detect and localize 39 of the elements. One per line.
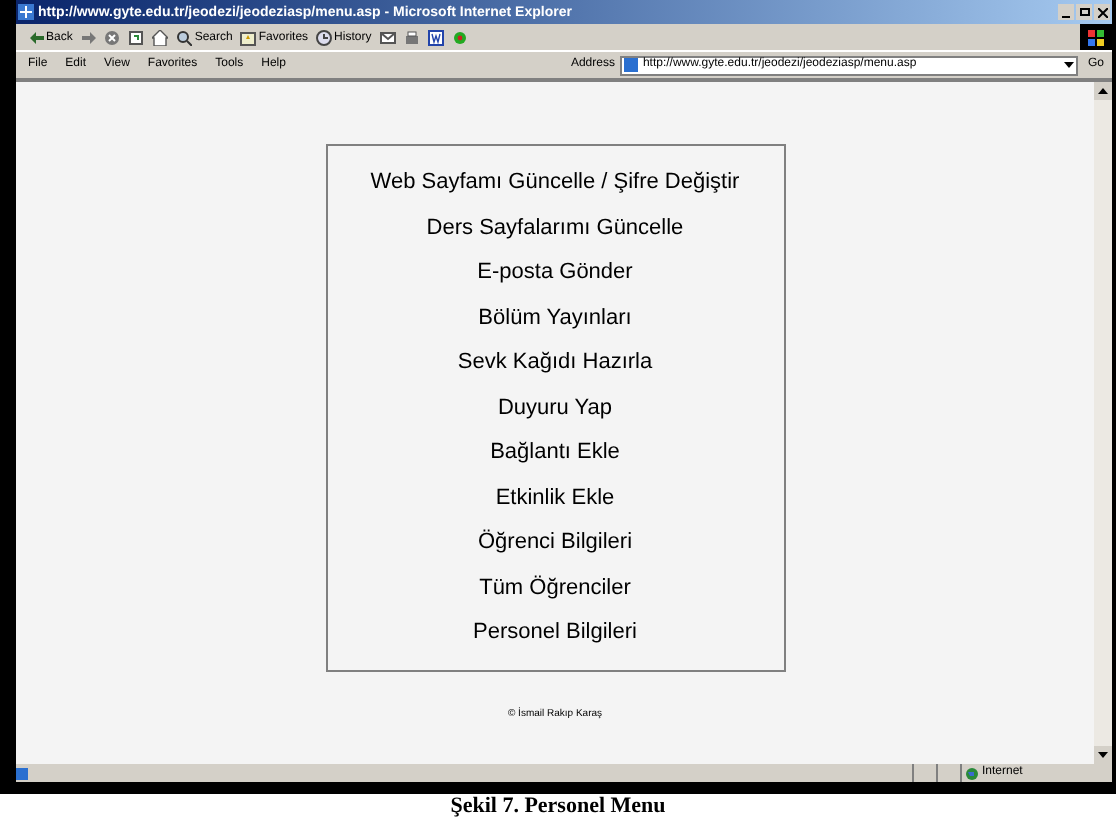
figure-caption: Şekil 7. Personel Menu	[450, 794, 666, 820]
close-button[interactable]	[1094, 4, 1110, 20]
refresh-button[interactable]	[128, 29, 145, 45]
menu-link[interactable]: Duyuru Yap	[497, 391, 613, 425]
menu-link[interactable]: E-posta Gönder	[477, 256, 633, 290]
page-icon	[624, 58, 639, 72]
menu-link[interactable]: Bölüm Yayınları	[478, 301, 632, 335]
envelope-icon	[379, 29, 396, 45]
menu-link[interactable]: Sevk Kağıdı Hazırla	[457, 346, 653, 380]
menu-link[interactable]: Web Sayfamı Güncelle / Şifre Değiştir	[370, 166, 740, 200]
forward-button[interactable]	[80, 29, 97, 45]
dropdown-icon[interactable]	[1063, 62, 1074, 68]
menu-link[interactable]: Etkinlik Ekle	[495, 481, 615, 515]
document-icon	[427, 29, 444, 45]
maximize-button[interactable]	[1076, 4, 1092, 20]
edit-button[interactable]	[427, 29, 444, 45]
menu-link[interactable]: Ders Sayfalarımı Güncelle	[426, 211, 684, 245]
home-icon	[152, 29, 169, 45]
scroll-down-icon[interactable]	[1098, 752, 1108, 758]
clock-icon	[316, 29, 333, 45]
minimize-button[interactable]	[1058, 4, 1074, 20]
globe-icon	[966, 767, 978, 779]
refresh-icon	[128, 29, 145, 45]
scrollbar[interactable]	[1094, 82, 1112, 764]
mail-button[interactable]	[379, 29, 396, 45]
stop-button[interactable]	[104, 29, 121, 45]
printer-icon	[403, 29, 420, 45]
home-button[interactable]	[152, 29, 169, 45]
menu-link[interactable]: Bağlantı Ekle	[490, 436, 620, 470]
print-button[interactable]	[403, 29, 420, 45]
menu-link[interactable]: Personel Bilgileri	[473, 616, 637, 650]
back-icon	[28, 29, 44, 45]
menu-link[interactable]: Tüm Öğrenciler	[479, 571, 631, 605]
menu-link[interactable]: Öğrenci Bilgileri	[477, 526, 633, 560]
forward-icon	[80, 29, 97, 45]
stop-icon	[104, 29, 121, 45]
search-icon	[176, 29, 193, 45]
scroll-up-icon[interactable]	[1098, 88, 1108, 94]
page-icon	[16, 767, 28, 779]
